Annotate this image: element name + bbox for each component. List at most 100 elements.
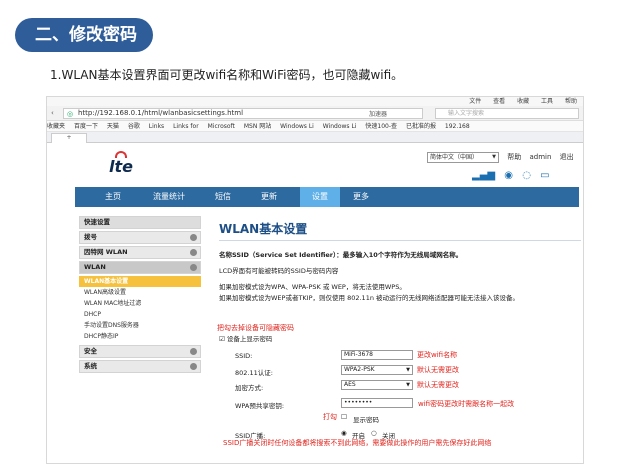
expand-icon [190,234,197,241]
sidebar-group-dialup[interactable]: 拨号 [79,231,201,244]
auth-select[interactable]: WPA2-PSK [341,365,413,375]
new-tab-button[interactable]: + [51,133,87,143]
sidebar-group-internet-wlan[interactable]: 因特网 WLAN [79,246,201,259]
page-title: WLAN基本设置 [219,220,581,241]
desc-lcd: LCD界面有可能被转码的SSID与密码内容 [219,267,339,275]
sidebar-group-label: 系统 [84,362,97,370]
annotation-hide-tip: 把勾去掉设备可隐藏密码 [217,324,294,332]
desc-wep: 如果加密模式设为WEP或者TKIP，则仅使用 802.11n 被动运行的无线网络… [219,294,520,302]
sidebar-group-wlan[interactable]: WLAN [79,261,201,274]
show-password-label: 显示密码 [353,416,379,424]
sidebar-item-dhcp[interactable]: DHCP [79,309,201,320]
sidebar-item-mac-filter[interactable]: WLAN MAC地址过滤 [79,298,201,309]
globe-icon: ◉ [504,170,513,181]
sidebar-group-label: WLAN [84,263,106,271]
main-nav: 主页 流量统计 短信 更新 设置 更多 [75,187,579,207]
encryption-row: 加密方式: AES [235,380,575,393]
key-label: WPA预共享密钥: [235,402,285,410]
menu-help[interactable]: 帮助 [565,98,577,105]
language-select[interactable]: 简体中文（中国） [427,152,499,163]
nav-home[interactable]: 主页 [105,187,121,207]
desc-wps: 如果加密模式设为WPA、WPA-PSK 或 WEP，将无法使用WPS。 [219,283,406,291]
sidebar-group-label: 快速设置 [84,218,110,226]
back-arrow-icon[interactable]: ‹ [51,109,54,117]
settings-sidebar: 快速设置 拨号 因特网 WLAN WLAN WLAN基本设置 WLAN高级设置 … [79,216,201,375]
show-password-on-device[interactable]: ☑ 设备上显示密码 [219,333,272,343]
nav-more[interactable]: 更多 [353,187,369,207]
desc-ssid: 名称SSID（Service Set Identifier）：最多输入10个字符… [219,251,463,259]
broadcast-on-radio[interactable]: ◉ [341,429,347,437]
ssid-row: SSID: MiFi-3678 [235,350,575,363]
main-content: WLAN基本设置 名称SSID（Service Set Identifier）：… [219,220,581,310]
menu-file[interactable]: 文件 [469,98,481,105]
bookmark-item[interactable]: 天猫 [107,123,119,130]
menu-view[interactable]: 查看 [493,98,505,105]
encryption-label: 加密方式: [235,384,264,392]
checkbox-icon[interactable]: ☑ [219,335,225,343]
annotation-tick: 打勾 [323,413,337,421]
bookmark-item[interactable]: 百度一下 [74,123,98,130]
bookmarks-bar: 收藏夹 百度一下 天猫 谷歌 Links Links for Microsoft… [47,121,583,132]
show-password-row: ☐ 显示密码 [235,412,575,425]
collapse-icon [190,264,197,271]
help-link[interactable]: 帮助 [507,153,521,161]
tab-strip: + [47,132,583,143]
ssid-label: SSID: [235,352,253,360]
sidebar-item-wlan-advanced[interactable]: WLAN高级设置 [79,287,201,298]
menu-favorites[interactable]: 收藏 [517,98,529,105]
nav-update[interactable]: 更新 [261,187,277,207]
bookmark-item[interactable]: 谷歌 [128,123,140,130]
bookmark-item[interactable]: Links for [173,123,199,130]
broadcast-off-radio[interactable]: ○ [371,429,377,437]
menu-tools[interactable]: 工具 [541,98,553,105]
nav-traffic[interactable]: 流量统计 [153,187,185,207]
checkbox-label: 设备上显示密码 [226,335,273,343]
bookmark-item[interactable]: Links [149,123,164,130]
signal-icon: ▂▄▆ [472,170,496,181]
bookmark-item[interactable]: Windows Li [280,123,314,130]
bookmark-item[interactable]: 已批准的报 [406,123,436,130]
annotation-encryption: 默认无需更改 [417,381,459,389]
sidebar-group-label: 安全 [84,347,97,355]
security-icon: ◎ [67,110,74,118]
top-right-controls: 简体中文（中国） 帮助 admin 退出 [427,152,580,163]
key-input[interactable]: •••••••• [341,398,413,408]
bookmark-item[interactable]: 192.168 [445,123,470,130]
bookmark-item[interactable]: Windows Li [323,123,357,130]
encryption-select[interactable]: AES [341,380,413,390]
sidebar-group-security[interactable]: 安全 [79,345,201,358]
expand-icon [190,249,197,256]
status-icons: ▂▄▆ ◉ ◌ ▭ [472,170,556,181]
lte-logo: lte [109,151,133,176]
logout-link[interactable]: 退出 [560,153,574,161]
sidebar-group-quick-setup[interactable]: 快速设置 [79,216,201,229]
nav-sms[interactable]: 短信 [215,187,231,207]
ssid-input[interactable]: MiFi-3678 [341,350,413,360]
bookmark-item[interactable]: 快速100-查 [365,123,397,130]
browser-search-input[interactable]: 输入文字搜索 [435,108,579,119]
sidebar-group-system[interactable]: 系统 [79,360,201,373]
expand-icon [190,348,197,355]
wifi-icon: ◌ [522,170,531,181]
bookmark-item[interactable]: Microsoft [208,123,235,130]
auth-label: 802.11认证: [235,369,273,377]
accelerator-button[interactable]: 加速器 [369,109,387,118]
address-bar-row: ‹ ◎ http://192.168.0.1/html/wlanbasicsett… [47,106,583,121]
expand-icon [190,363,197,370]
bookmark-item[interactable]: 收藏夹 [47,123,65,130]
sidebar-group-label: 拨号 [84,233,97,241]
auth-row: 802.11认证: WPA2-PSK [235,365,575,378]
wlan-subitems: WLAN基本设置 WLAN高级设置 WLAN MAC地址过滤 DHCP 手动设置… [79,276,201,342]
sidebar-item-wlan-basic[interactable]: WLAN基本设置 [79,276,201,287]
annotation-auth: 默认无需更改 [417,366,459,374]
show-password-checkbox[interactable]: ☐ [341,413,347,421]
sidebar-item-dhcp-static[interactable]: DHCP静态IP [79,331,201,342]
nav-settings[interactable]: 设置 [300,187,340,207]
sidebar-item-dns[interactable]: 手动设置DNS服务器 [79,320,201,331]
bookmark-item[interactable]: MSN 网站 [244,123,271,130]
intro-text: 1.WLAN基本设置界面可更改wifi名称和WiFi密码，也可隐藏wifi。 [50,68,404,82]
annotation-ssid: 更改wifi名称 [417,351,458,359]
url-text: http://192.168.0.1/html/wlanbasicsetting… [78,109,244,117]
user-name: admin [529,153,552,161]
sidebar-group-label: 因特网 WLAN [84,248,128,256]
